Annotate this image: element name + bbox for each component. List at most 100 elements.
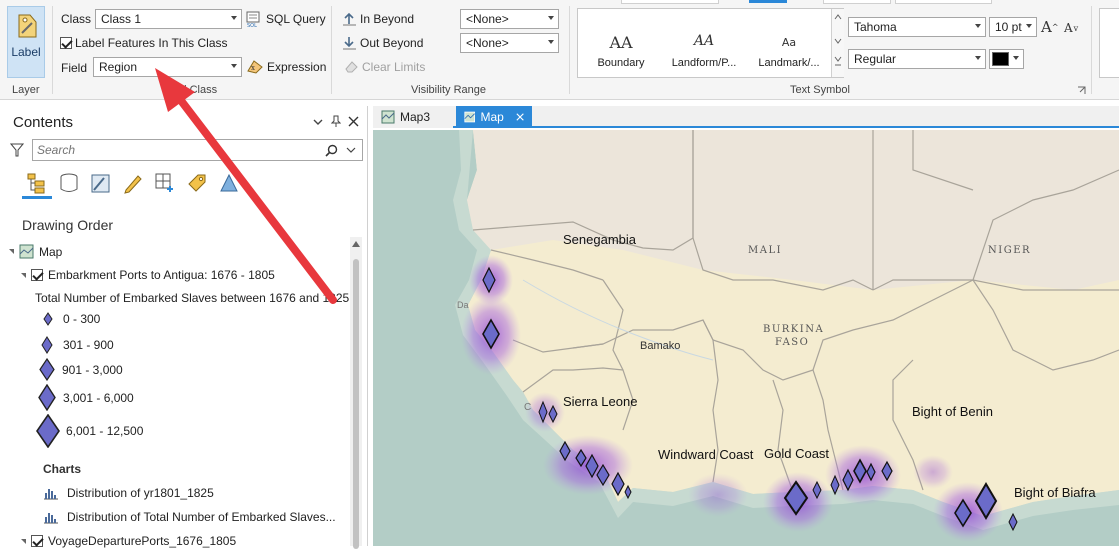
shrink-font-button[interactable]: Av [1064,21,1078,35]
symbol-landform[interactable]: AA Landform/P... [664,33,744,69]
region-label: Sierra Leone [563,394,638,409]
filter-icon[interactable] [10,142,24,158]
search-box [32,139,363,161]
svg-text:x: x [251,64,255,72]
map-icon [19,244,34,259]
label-features-checkbox[interactable]: Label Features In This Class [60,36,228,50]
in-beyond-text: In Beyond [360,11,415,26]
chevron-down-icon[interactable] [313,119,323,126]
map-view[interactable]: Senegambia Sierra Leone Windward Coast G… [373,130,1119,546]
separator [52,6,53,94]
map-icon [464,111,476,123]
symbol-landmark[interactable]: Aa Landmark/... [749,33,829,69]
scrollbar-thumb[interactable] [353,259,359,549]
group-label-class-label: el Class [178,84,218,96]
class-dropdown[interactable]: Class 1 [95,9,242,29]
layer-visibility-checkbox[interactable] [31,535,43,547]
tab-map[interactable]: Map [456,106,532,128]
tab-map3[interactable]: Map3 [373,106,453,128]
chevron-down-icon [231,16,237,20]
snapping-icon[interactable] [154,172,176,194]
shrink-caret-icon: v [1073,23,1079,33]
layer-visibility-checkbox[interactable] [31,269,43,281]
tab-label: Map3 [400,110,431,124]
expand-triangle-icon[interactable] [21,538,26,544]
chevron-down-icon [975,24,981,28]
tab-label: Map [480,110,504,124]
edit-layers-icon[interactable] [90,172,112,194]
list-by-perspective-icon[interactable] [218,172,240,194]
labeling-tag-icon[interactable] [186,172,208,194]
country-label: FASO [775,337,810,348]
list-by-drawing-order-icon[interactable] [26,172,48,194]
clear-limits-button[interactable]: Clear Limits [344,59,425,74]
country-label: MALI [748,245,783,256]
legend-item[interactable]: 0 - 300 [43,312,100,326]
in-beyond-button[interactable]: In Beyond [342,11,414,26]
legend-item[interactable]: 901 - 3,000 [39,358,123,381]
expression-button[interactable]: x Expression [246,59,326,75]
sql-query-icon: SQL [246,11,260,27]
font-name-dropdown[interactable]: Tahoma [848,17,986,37]
ribbon-tab-stub [621,0,719,4]
legend-item[interactable]: 3,001 - 6,000 [38,384,134,411]
contents-pane: Contents Drawing Order Map Embarkment Po… [0,106,368,549]
ribbon-tab-stub [895,0,992,4]
symbol-name: Landmark/... [758,57,820,69]
legend-label: 301 - 900 [63,338,114,352]
search-input[interactable] [37,142,317,158]
out-beyond-value: <None> [466,36,509,50]
charts-heading: Charts [43,462,81,476]
chart-label: Distribution of Total Number of Embarked… [67,510,336,524]
expression-text: Expression [267,60,327,74]
out-beyond-button[interactable]: Out Beyond [342,35,423,50]
sql-query-text: SQL Query [266,12,326,26]
legend-item[interactable]: 6,001 - 12,500 [36,414,143,448]
chart-item[interactable]: Distribution of Total Number of Embarked… [43,510,336,524]
label-button-text: Label [11,45,41,59]
field-dropdown[interactable]: Region [93,57,242,77]
country-label: BURKINA [763,324,825,335]
search-icon[interactable] [325,144,338,157]
diamond-symbol-icon [38,384,56,411]
expand-triangle-icon[interactable] [21,272,26,278]
layer-embarkment-ports[interactable]: Embarkment Ports to Antigua: 1676 - 1805 [21,268,275,282]
font-color-dropdown[interactable] [989,49,1024,69]
database-icon[interactable] [58,172,80,194]
dialog-launcher-icon[interactable] [1077,86,1086,95]
symbol-name: Boundary [597,57,645,69]
city-label: Bamako [640,340,681,352]
expand-triangle-icon[interactable] [9,249,14,254]
symbol-name: Landform/P... [671,57,737,69]
chevron-down-icon[interactable] [346,147,356,154]
next-gallery-stub [1099,8,1119,78]
pencil-icon[interactable] [122,172,144,194]
label-button[interactable]: Label [7,6,45,78]
legend-item[interactable]: 301 - 900 [41,336,114,354]
symbol-glyph: AA [609,33,633,52]
chevron-down-icon [1013,56,1019,60]
close-icon[interactable] [348,116,359,127]
sql-query-button[interactable]: SQL SQL Query [246,11,326,27]
contents-scrollbar[interactable] [350,237,362,549]
font-size-dropdown[interactable]: 10 pt [989,17,1037,37]
active-view-indicator [22,196,52,199]
clear-limits-text: Clear Limits [362,59,426,74]
pin-icon[interactable] [331,115,341,128]
region-label: Bight of Benin [912,404,993,419]
font-name-value: Tahoma [854,20,897,34]
in-beyond-dropdown[interactable]: <None> [460,9,559,29]
diamond-symbol-icon [39,358,55,381]
close-tab-icon[interactable] [516,112,524,122]
out-beyond-dropdown[interactable]: <None> [460,33,559,53]
chart-item[interactable]: Distribution of yr1801_1825 [43,486,214,500]
map-tree-item[interactable]: Map [9,244,62,259]
scroll-up-icon[interactable] [352,241,360,247]
grow-font-button[interactable]: A ^ [1041,18,1059,36]
legend-label: 0 - 300 [63,312,101,326]
grow-font-icon: A [1041,18,1052,36]
gallery-scroller[interactable] [831,9,844,77]
font-style-dropdown[interactable]: Regular [848,49,986,69]
symbol-boundary[interactable]: AA Boundary [581,33,661,69]
city-label: C [524,402,532,413]
